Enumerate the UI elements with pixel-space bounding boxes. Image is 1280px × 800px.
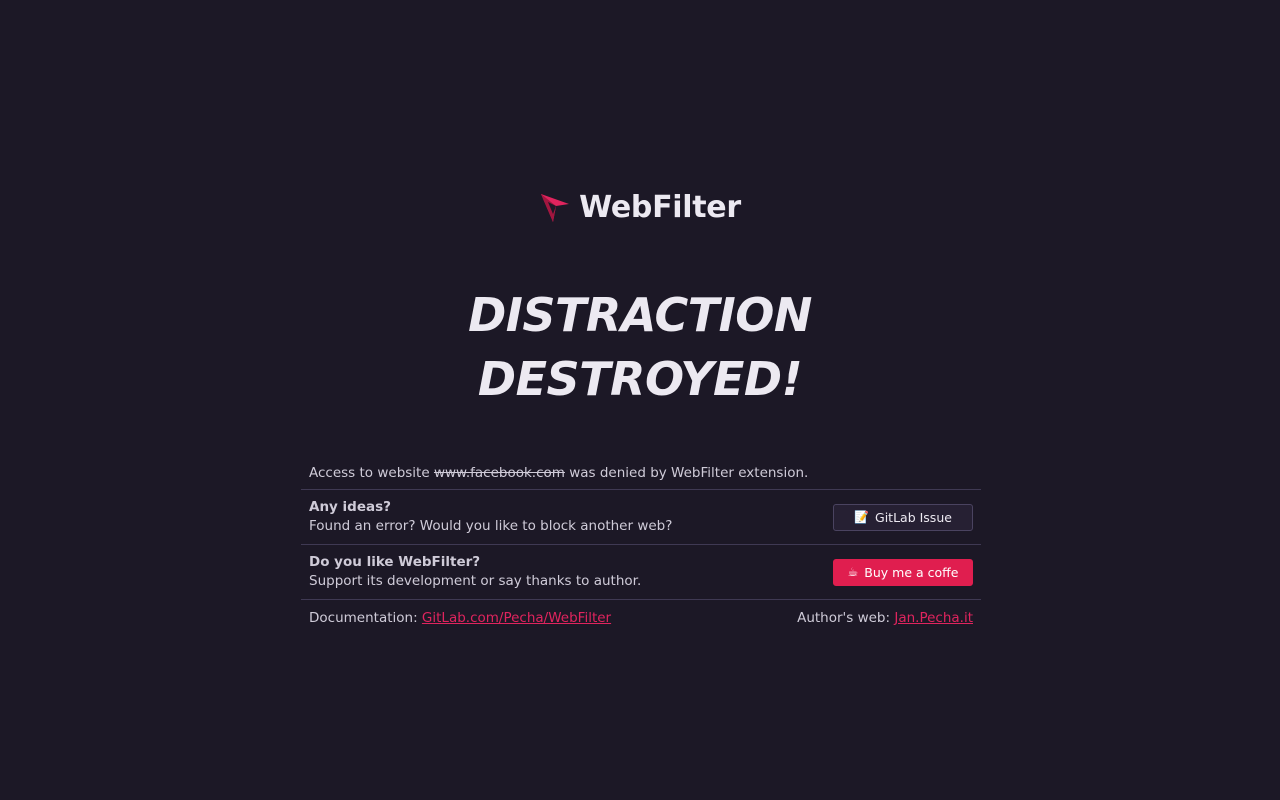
ideas-text: Found an error? Would you like to block … — [309, 518, 673, 534]
headline-line-2: DESTROYED! — [477, 352, 803, 406]
info-panel: Access to website www.facebook.com was d… — [301, 455, 981, 636]
support-row: Do you like WebFilter? Support its devel… — [301, 545, 981, 600]
ideas-row: Any ideas? Found an error? Would you lik… — [301, 490, 981, 545]
author-label: Author's web: — [797, 610, 891, 626]
blocked-site: www.facebook.com — [433, 464, 565, 481]
coffee-icon: ☕ — [847, 565, 859, 579]
ideas-title: Any ideas? — [309, 499, 391, 515]
access-denied-notice: Access to website www.facebook.com was d… — [301, 455, 981, 490]
buy-coffee-label: Buy me a coffe — [864, 564, 959, 580]
support-title: Do you like WebFilter? — [309, 554, 481, 570]
notice-suffix: was denied by WebFilter extension. — [569, 464, 809, 481]
headline-line-1: DISTRACTION — [468, 288, 812, 342]
headline: DISTRACTION DESTROYED! — [0, 283, 1280, 411]
author-link[interactable]: Jan.Pecha.it — [894, 610, 973, 626]
support-text: Support its development or say thanks to… — [309, 573, 642, 589]
gitlab-issue-button[interactable]: 📝 GitLab Issue — [833, 503, 973, 531]
arrow-cursor-icon — [539, 192, 571, 224]
footer-row: Documentation: GitLab.com/Pecha/WebFilte… — [301, 600, 981, 636]
docs-label: Documentation: — [309, 610, 418, 626]
memo-icon: 📝 — [854, 510, 870, 524]
brand-logo: WebFilter — [0, 190, 1280, 225]
docs-link[interactable]: GitLab.com/Pecha/WebFilter — [422, 610, 611, 626]
brand-name: WebFilter — [579, 190, 741, 225]
blocked-page: WebFilter DISTRACTION DESTROYED! Access … — [0, 0, 1280, 800]
notice-prefix: Access to website — [309, 464, 430, 481]
gitlab-issue-label: GitLab Issue — [875, 509, 952, 525]
buy-coffee-button[interactable]: ☕ Buy me a coffe — [833, 558, 973, 586]
